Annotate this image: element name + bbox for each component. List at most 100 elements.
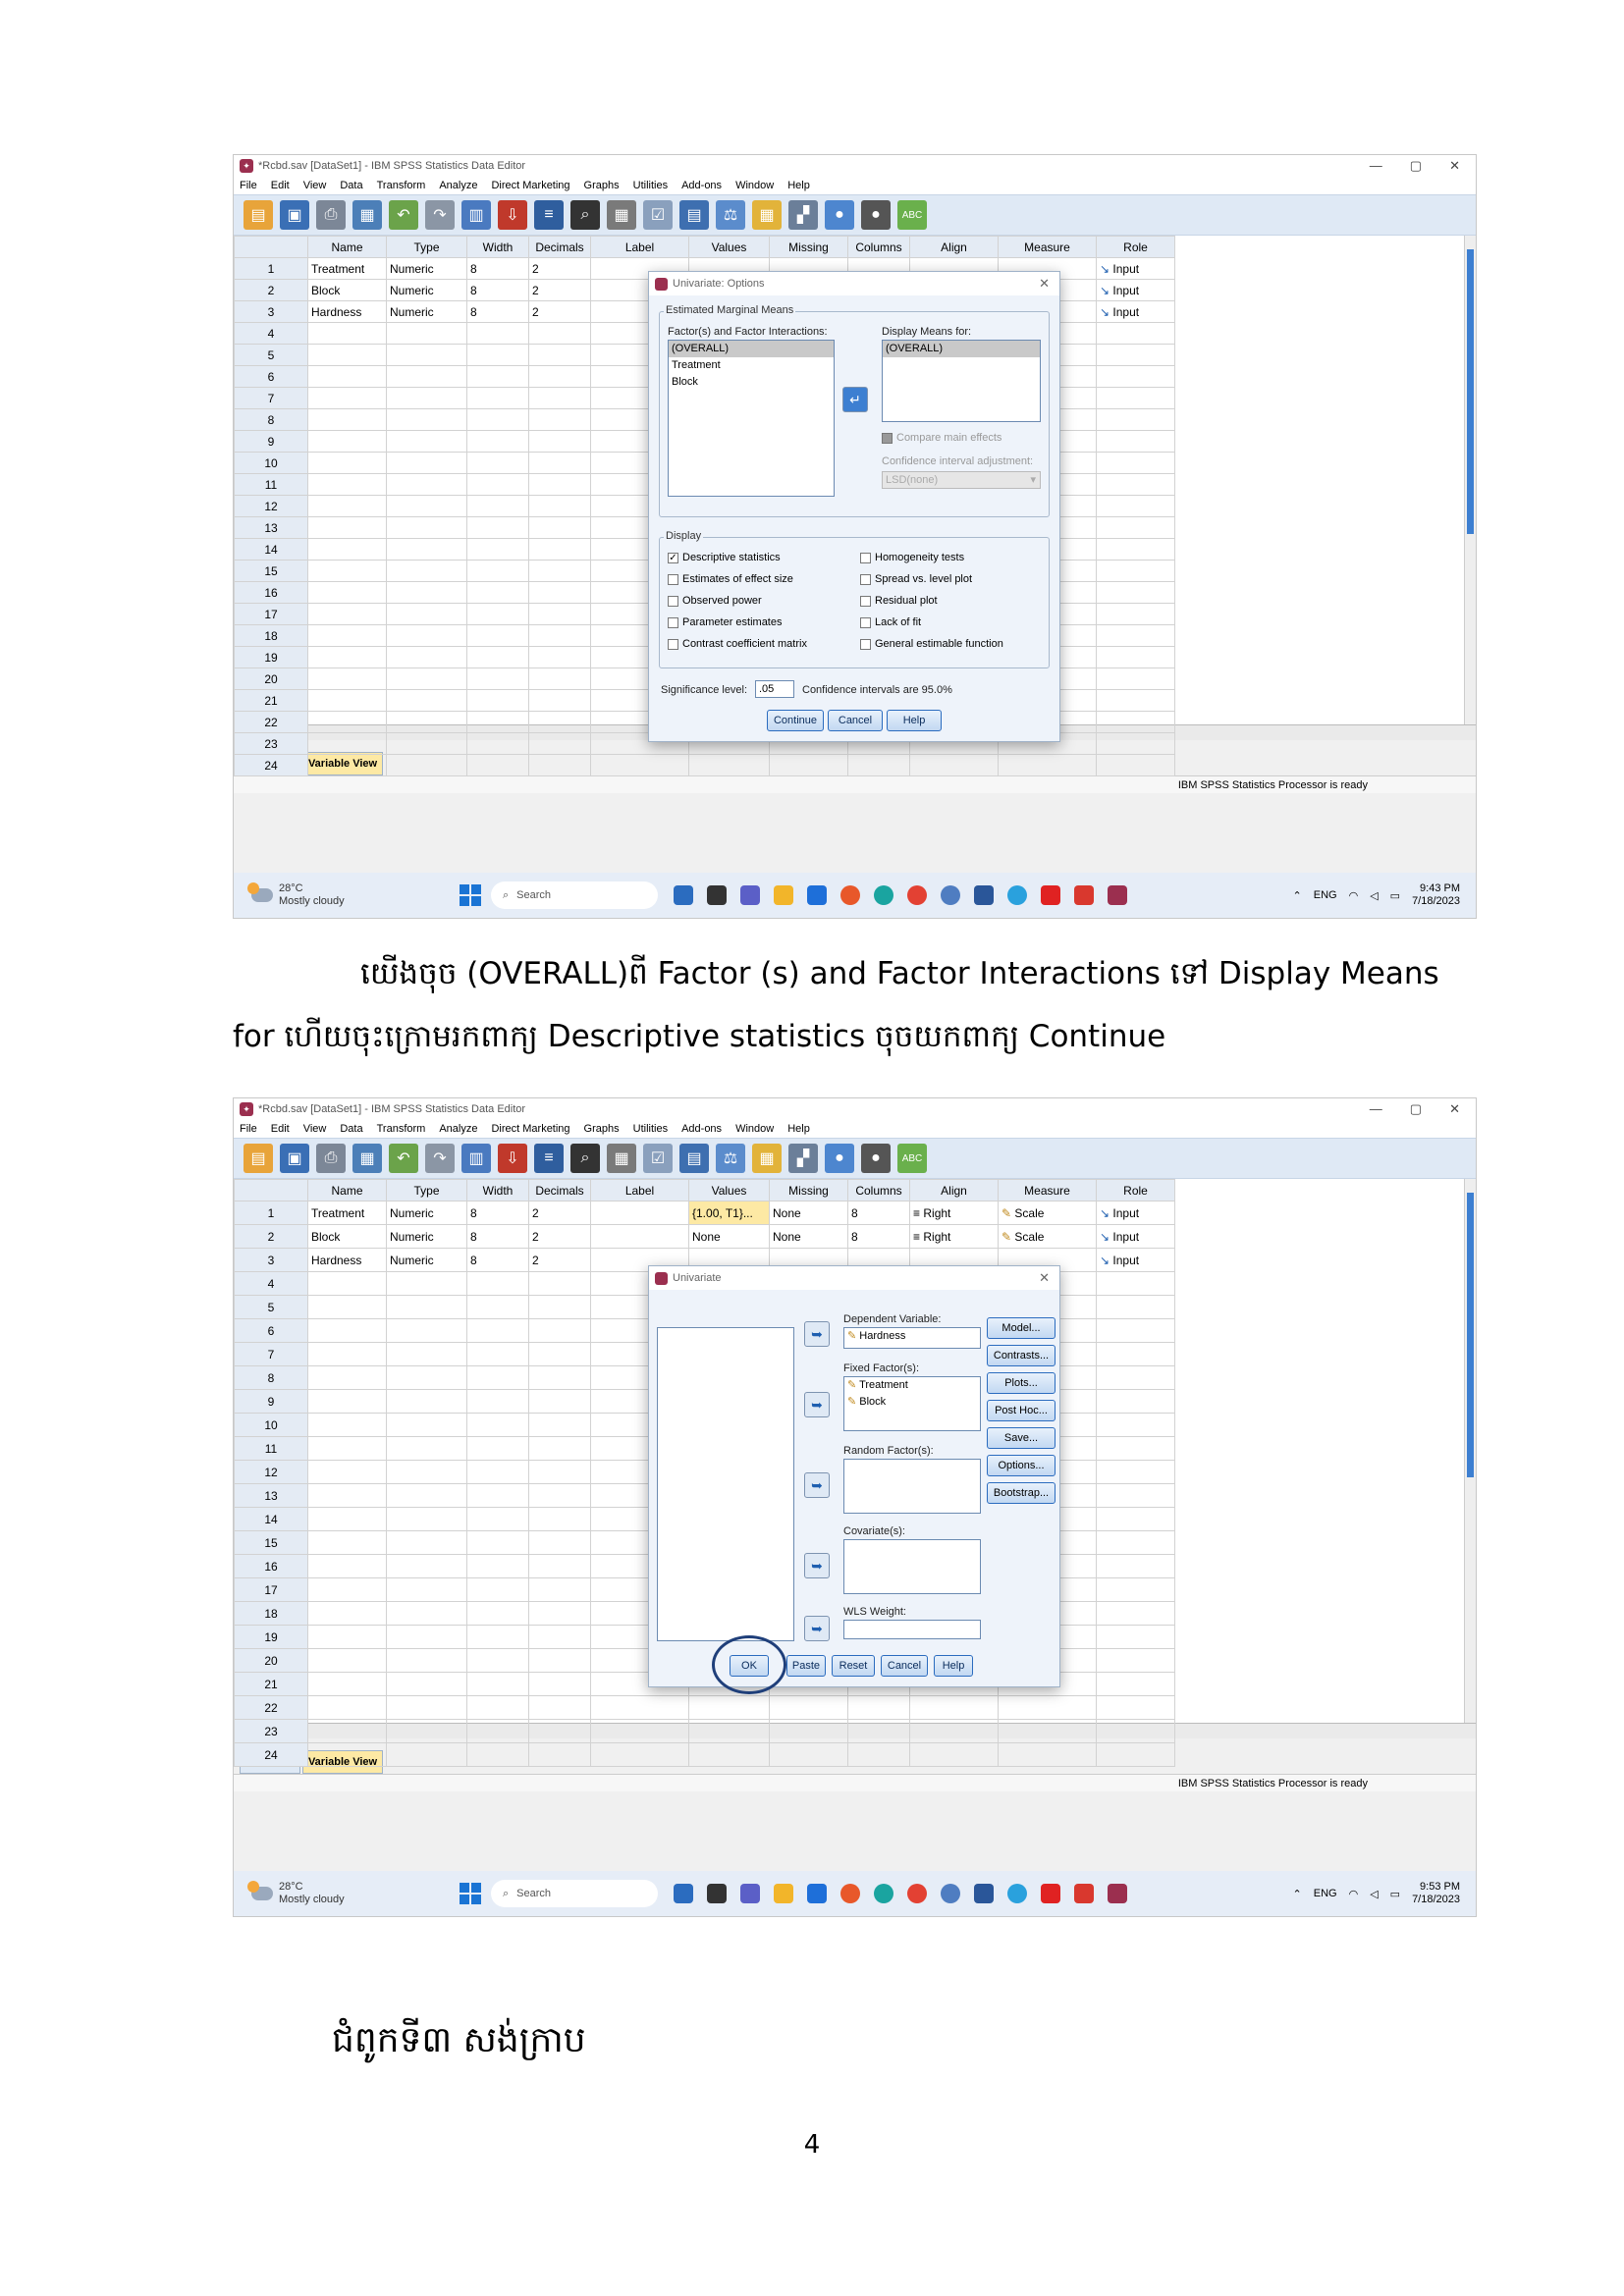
lack-of-fit-checkbox[interactable]: Lack of fit (860, 616, 921, 628)
row-number[interactable]: 14 (234, 538, 308, 561)
empty-cell[interactable] (528, 344, 591, 366)
weight-cases-icon[interactable]: ⚖ (716, 1144, 745, 1173)
move-to-covariate-arrow-icon[interactable]: ➥ (804, 1553, 830, 1578)
parameter-estimates-checkbox[interactable]: Parameter estimates (668, 616, 782, 628)
empty-cell[interactable] (386, 430, 467, 453)
empty-cell[interactable] (466, 322, 529, 345)
dialog-recall-icon[interactable]: ▦ (352, 200, 382, 230)
list-item[interactable]: (OVERALL) (669, 341, 834, 357)
empty-cell[interactable] (528, 1507, 591, 1531)
move-to-random-arrow-icon[interactable]: ➥ (804, 1472, 830, 1498)
empty-cell[interactable] (386, 1318, 467, 1343)
empty-cell[interactable] (466, 1625, 529, 1649)
empty-cell[interactable] (466, 667, 529, 690)
empty-cell[interactable] (528, 430, 591, 453)
col-decimals[interactable]: Decimals (528, 1179, 591, 1201)
empty-cell[interactable] (847, 754, 910, 776)
scrollbar-thumb[interactable] (1467, 1193, 1474, 1477)
maximize-icon[interactable]: ▢ (1410, 158, 1422, 174)
show-all-icon[interactable]: ● (861, 1144, 891, 1173)
chrome-icon[interactable] (907, 1884, 927, 1903)
cell-type[interactable]: Numeric (386, 300, 467, 323)
save-icon[interactable]: ▣ (280, 1144, 309, 1173)
empty-cell[interactable] (528, 1648, 591, 1673)
row-number[interactable]: 9 (234, 430, 308, 453)
row-number[interactable]: 7 (234, 1342, 308, 1366)
contrast-matrix-checkbox[interactable]: Contrast coefficient matrix (668, 638, 807, 650)
cell-role[interactable]: ↘ Input (1096, 1224, 1175, 1249)
task-view-icon[interactable] (707, 1884, 727, 1903)
empty-cell[interactable] (466, 495, 529, 517)
row-number[interactable]: 17 (234, 603, 308, 625)
wifi-icon[interactable]: ◠ (1349, 889, 1359, 902)
cell-measure[interactable]: ✎ Scale (998, 1201, 1097, 1225)
empty-cell[interactable] (466, 408, 529, 431)
cell-name[interactable]: Hardness (307, 300, 387, 323)
empty-cell[interactable] (307, 1389, 387, 1414)
empty-cell[interactable] (528, 387, 591, 409)
empty-cell[interactable] (307, 1601, 387, 1626)
insert-cases-icon[interactable]: ▦ (607, 1144, 636, 1173)
cell-name[interactable]: Block (307, 1224, 387, 1249)
empty-cell[interactable] (528, 1601, 591, 1626)
bing-icon[interactable] (674, 1884, 693, 1903)
empty-cell[interactable] (466, 1271, 529, 1296)
close-icon[interactable]: ✕ (1449, 158, 1460, 174)
col-width[interactable]: Width (466, 1179, 529, 1201)
chevron-up-icon[interactable]: ⌃ (1293, 1888, 1302, 1900)
save-button[interactable]: Save... (987, 1427, 1056, 1449)
menu-transform[interactable]: Transform (377, 1123, 426, 1135)
weight-cases-icon[interactable]: ⚖ (716, 200, 745, 230)
empty-cell[interactable] (386, 1413, 467, 1437)
descriptive-stats-checkbox[interactable]: ✓ Descriptive statistics (668, 552, 781, 563)
empty-cell[interactable] (528, 1413, 591, 1437)
empty-cell[interactable] (386, 689, 467, 712)
empty-cell[interactable] (466, 365, 529, 388)
effect-size-checkbox[interactable]: Estimates of effect size (668, 573, 793, 585)
empty-cell[interactable] (528, 495, 591, 517)
empty-cell[interactable] (307, 560, 387, 582)
scrollbar-thumb[interactable] (1467, 249, 1474, 534)
clock[interactable]: 9:43 PM 7/18/2023 (1412, 882, 1460, 908)
cell-role[interactable]: ↘ Input (1096, 1201, 1175, 1225)
file-explorer-icon[interactable] (774, 1884, 793, 1903)
menu-window[interactable]: Window (735, 1123, 774, 1135)
select-cases-icon[interactable]: ▦ (752, 1144, 782, 1173)
empty-cell[interactable] (528, 1672, 591, 1696)
empty-cell[interactable] (466, 516, 529, 539)
cell-name[interactable]: Treatment (307, 1201, 387, 1225)
empty-cell[interactable] (1096, 646, 1175, 668)
cell-width[interactable]: 8 (466, 300, 529, 323)
weather-widget[interactable]: 28°C Mostly cloudy (234, 1881, 460, 1906)
row-number[interactable]: 4 (234, 322, 308, 345)
ci-adjust-select[interactable]: LSD(none) ▾ (882, 471, 1041, 489)
col-width[interactable]: Width (466, 236, 529, 258)
row-number[interactable]: 18 (234, 1601, 308, 1626)
empty-cell[interactable] (466, 1507, 529, 1531)
use-sets-icon[interactable]: ● (825, 200, 854, 230)
empty-cell[interactable] (307, 1271, 387, 1296)
empty-cell[interactable] (1096, 754, 1175, 776)
col-measure[interactable]: Measure (998, 236, 1097, 258)
empty-cell[interactable] (590, 1695, 689, 1720)
general-estimable-checkbox[interactable]: General estimable function (860, 638, 1003, 650)
edge-icon[interactable] (874, 1884, 893, 1903)
empty-cell[interactable] (528, 1365, 591, 1390)
empty-cell[interactable] (1096, 1271, 1175, 1296)
empty-cell[interactable] (1096, 1342, 1175, 1366)
telegram-icon[interactable] (1007, 885, 1027, 905)
empty-cell[interactable] (466, 538, 529, 561)
menu-edit[interactable]: Edit (271, 180, 290, 191)
empty-cell[interactable] (307, 322, 387, 345)
empty-cell[interactable] (466, 1601, 529, 1626)
col-decimals[interactable]: Decimals (528, 236, 591, 258)
empty-cell[interactable] (769, 1695, 848, 1720)
empty-cell[interactable] (528, 452, 591, 474)
cell-type[interactable]: Numeric (386, 1201, 467, 1225)
empty-cell[interactable] (998, 1695, 1097, 1720)
empty-cell[interactable] (688, 754, 770, 776)
show-all-icon[interactable]: ● (861, 200, 891, 230)
cell-type[interactable]: Numeric (386, 257, 467, 280)
empty-cell[interactable] (909, 1742, 999, 1767)
maximize-icon[interactable]: ▢ (1410, 1101, 1422, 1117)
